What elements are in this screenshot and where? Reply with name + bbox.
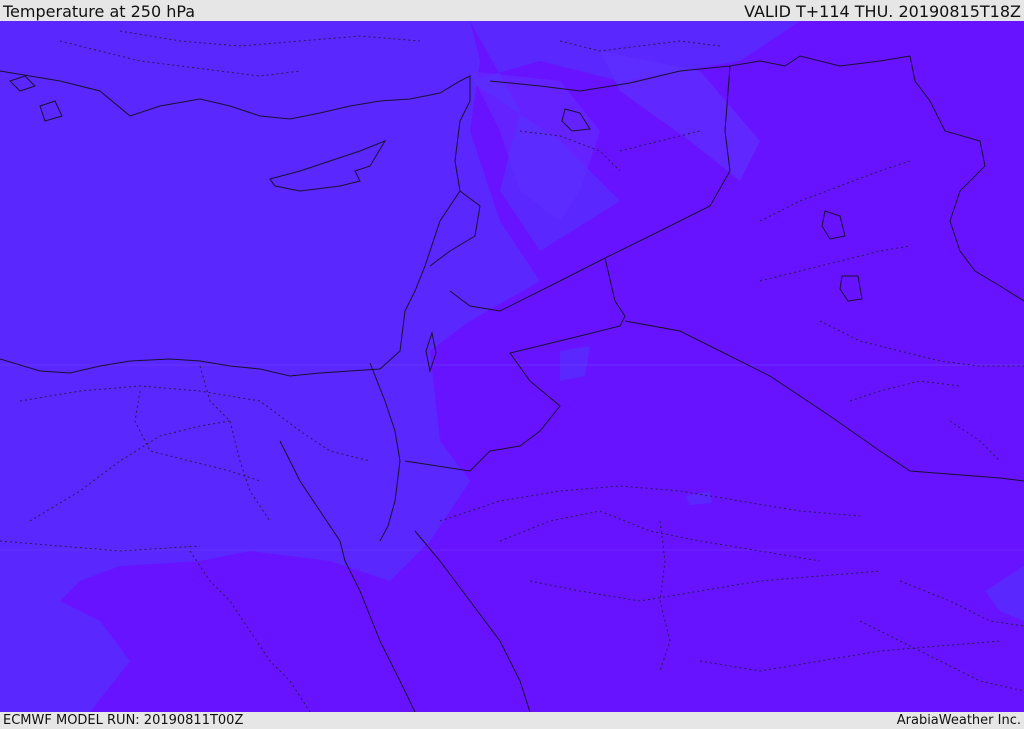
footer-bar: ECMWF MODEL RUN: 20190811T00Z ArabiaWeat… — [0, 712, 1024, 729]
valid-time: VALID T+114 THU. 20190815T18Z — [744, 2, 1021, 21]
map-title: Temperature at 250 hPa — [3, 2, 196, 21]
credit-label: ArabiaWeather Inc. — [896, 713, 1021, 728]
header-bar: Temperature at 250 hPa VALID T+114 THU. … — [0, 0, 1024, 21]
model-run-label: ECMWF MODEL RUN: 20190811T00Z — [3, 713, 244, 728]
temperature-map[interactable] — [0, 21, 1024, 712]
